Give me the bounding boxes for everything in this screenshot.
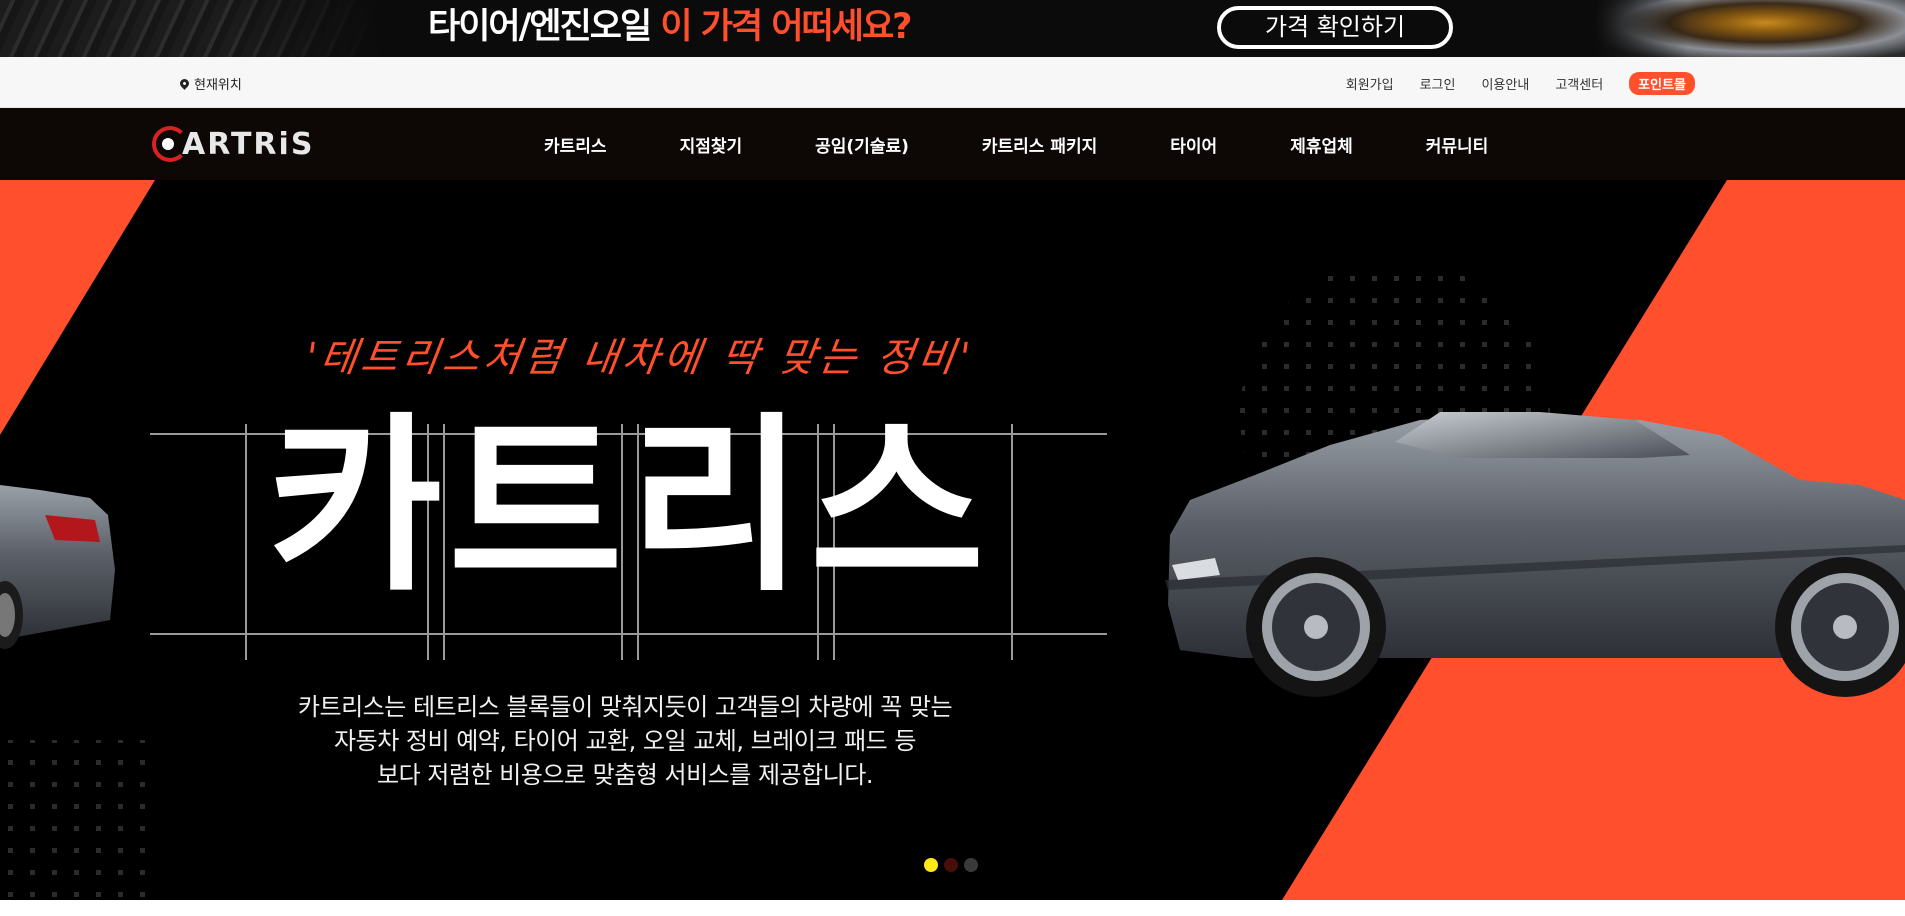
logo-c-mark-icon — [152, 126, 188, 162]
hero-description-line: 자동차 정비 예약, 타이어 교환, 오일 교체, 브레이크 패드 등 — [334, 727, 916, 755]
price-check-button[interactable]: 가격 확인하기 — [1217, 6, 1453, 49]
slide-indicators — [924, 858, 978, 872]
logo-text: ARTRiS — [182, 126, 315, 162]
slide-dot-3[interactable] — [964, 858, 978, 872]
customer-center-link[interactable]: 고객센터 — [1555, 74, 1603, 93]
dot-pattern-left — [0, 740, 160, 900]
slide-dot-1[interactable] — [924, 858, 938, 872]
utility-links: 회원가입 로그인 이용안내 고객센터 포인트몰 — [1346, 72, 1695, 95]
main-nav: 카트리스 지점찾기 공임(기술료) 카트리스 패키지 타이어 제휴업체 커뮤니티 — [544, 108, 1488, 180]
promo-text-orange: 이 가격 어떠세요? — [660, 7, 912, 47]
nav-item-labor-cost[interactable]: 공임(기술료) — [815, 132, 909, 157]
left-orange-shape — [0, 180, 155, 435]
hero-description-line: 카트리스는 테트리스 블록들이 맞춰지듯이 고객들의 차량에 꼭 맞는 — [297, 693, 953, 721]
nav-item-cartris[interactable]: 카트리스 — [544, 132, 607, 157]
hero-title: 카트리스 — [267, 396, 991, 617]
login-link[interactable]: 로그인 — [1420, 74, 1456, 93]
promo-banner[interactable]: 타이어/엔진오일 이 가격 어떠세요? 가격 확인하기 — [0, 0, 1905, 57]
signup-link[interactable]: 회원가입 — [1346, 74, 1394, 93]
hero-description: 카트리스는 테트리스 블록들이 맞춰지듯이 고객들의 차량에 꼭 맞는 자동차 … — [200, 690, 1050, 792]
nav-item-community[interactable]: 커뮤니티 — [1426, 132, 1489, 157]
engine-oil-image — [1595, 0, 1905, 57]
location-pin-icon — [178, 77, 191, 90]
page-bottom-edge — [0, 900, 1905, 916]
tire-tread-image — [0, 0, 380, 57]
utility-bar: 현재위치 회원가입 로그인 이용안내 고객센터 포인트몰 — [0, 57, 1905, 108]
nav-item-tire[interactable]: 타이어 — [1170, 132, 1217, 157]
promo-headline: 타이어/엔진오일 이 가격 어떠세요? — [428, 4, 912, 50]
left-car-image — [0, 485, 115, 649]
current-location-label: 현재위치 — [194, 78, 242, 93]
promo-text-white: 타이어/엔진오일 — [428, 7, 652, 47]
nav-item-find-branch[interactable]: 지점찾기 — [680, 132, 743, 157]
nav-item-package[interactable]: 카트리스 패키지 — [982, 132, 1097, 157]
slide-dot-2[interactable] — [944, 858, 958, 872]
hero-description-line: 보다 저렴한 비용으로 맞춤형 서비스를 제공합니다. — [377, 761, 873, 789]
nav-item-partners[interactable]: 제휴업체 — [1290, 132, 1353, 157]
hero-slogan: '테트리스처럼 내차에 딱 맞는 정비' — [302, 335, 977, 381]
guide-link[interactable]: 이용안내 — [1481, 74, 1529, 93]
logo[interactable]: ARTRiS — [152, 124, 314, 164]
main-header: ARTRiS 카트리스 지점찾기 공임(기술료) 카트리스 패키지 타이어 제휴… — [0, 108, 1905, 180]
hero-slider: '테트리스처럼 내차에 딱 맞는 정비' 카트리스 카트리스는 테트리스 블록들… — [0, 180, 1905, 900]
point-mall-button[interactable]: 포인트몰 — [1629, 72, 1695, 95]
current-location[interactable]: 현재위치 — [178, 74, 242, 93]
